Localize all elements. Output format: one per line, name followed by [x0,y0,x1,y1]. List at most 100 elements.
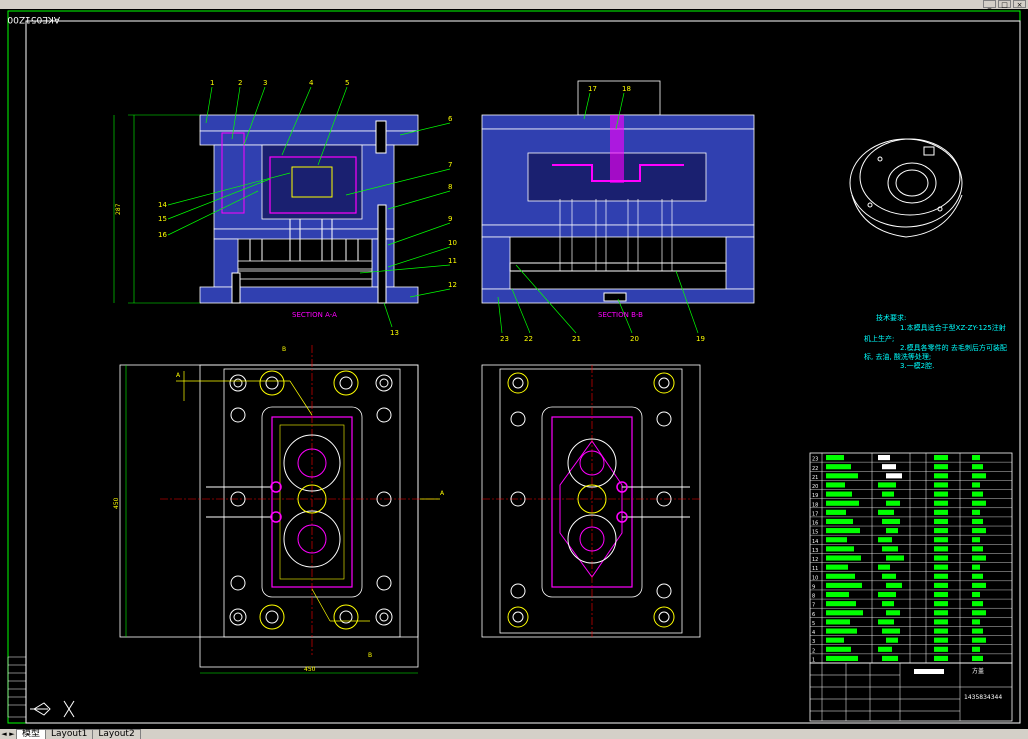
tab-layout1[interactable]: Layout1 [45,729,94,739]
close-button[interactable]: × [1013,0,1026,9]
bom-qty-cell [882,546,898,552]
bom-material-cell [934,555,948,561]
dimension-plan-height: 450 [113,497,120,509]
bom-material-cell [934,482,948,488]
bom-note-cell [972,619,980,625]
dimension-height: 287 [115,203,122,215]
bom-name-cell [826,637,844,643]
svg-text:3: 3 [263,79,267,87]
bom-name-cell [826,628,857,634]
revision-strip [7,656,27,718]
minimize-button[interactable]: _ [983,0,996,9]
bom-note-cell [972,509,980,515]
bom-note-cell [972,464,983,470]
bom-qty-cell [882,628,900,634]
svg-text:23: 23 [500,335,509,343]
bom-qty-cell [878,619,894,625]
tab-nav-next-icon[interactable]: ► [8,730,16,739]
bom-qty-cell [878,509,894,515]
tab-nav-first-icon[interactable]: ◄ [0,730,8,739]
bom-note-cell [972,601,983,607]
maximize-button[interactable]: □ [998,0,1011,9]
svg-text:9: 9 [448,215,452,223]
section-b-b-view: 17 18 19 20 21 22 23 SECTION B-B [481,80,755,343]
bom-name-cell [826,455,844,461]
svg-text:2: 2 [238,79,242,87]
bom-qty-cell [878,482,896,488]
svg-text:8: 8 [448,183,452,191]
bom-row-number: 17 [812,511,818,517]
svg-text:机上生产;: 机上生产; [864,334,894,343]
svg-text:22: 22 [524,335,533,343]
svg-text:17: 17 [588,85,597,93]
bom-row-number: 18 [812,502,818,508]
bom-name-cell [826,646,851,652]
svg-text:方盖: 方盖 [972,667,984,675]
bom-material-cell [934,464,948,470]
bom-name-cell [826,564,848,570]
bom-material-cell [934,591,948,598]
bom-row-number: 11 [812,566,818,572]
bom-name-cell [826,528,860,534]
svg-text:1: 1 [210,79,214,87]
svg-text:20: 20 [630,335,639,343]
cad-drawing-canvas[interactable]: AKE051Z00 1 2 3 4 5 6 7 8 9 10 11 12 13 … [0,9,1028,729]
tab-layout2[interactable]: Layout2 [92,729,141,739]
bom-name-cell [826,555,861,561]
bom-row-number: 22 [812,466,818,472]
bom-row-number: 21 [812,475,818,481]
bom-note-cell [972,628,983,634]
tab-model[interactable]: 模型 [16,729,47,739]
bom-material-cell [934,500,948,506]
bom-note-cell [972,564,980,570]
svg-text:技术要求:: 技术要求: [876,313,906,322]
svg-text:21: 21 [572,335,581,343]
bom-note-cell [972,637,986,643]
bom-qty-cell [882,601,894,607]
bom-qty-cell [882,491,894,497]
bom-material-cell [934,455,948,461]
bom-qty-cell [882,518,900,525]
bom-note-cell [972,646,980,652]
bom-name-cell [826,464,851,470]
bom-row-number: 8 [812,594,815,600]
bill-of-materials: 2322212019181716151413121110987654321 [809,452,1013,664]
bom-qty-cell [878,455,890,461]
bom-qty-cell [882,655,898,661]
svg-text:5: 5 [345,79,349,87]
bom-material-cell [934,509,948,515]
bom-note-cell [972,500,986,506]
technical-notes: 技术要求: 1.本模具适合于型XZ-ZY-125注射 机上生产; 2.模具各零件… [864,313,1007,370]
bom-qty-cell [882,464,896,470]
bom-row-number: 15 [812,530,818,536]
window-controls: _ □ × [983,0,1026,9]
bom-row-number: 4 [812,630,815,636]
bom-name-cell [826,491,852,497]
bom-qty-cell [886,473,902,479]
bom-name-cell [826,619,850,625]
svg-text:A: A [440,490,445,497]
bom-note-cell [972,528,986,534]
bom-row-number: 14 [812,539,818,545]
bom-name-cell [826,537,847,543]
bom-row-number: 19 [812,493,818,499]
bom-note-cell [972,537,980,543]
bom-qty-cell [886,500,900,506]
svg-text:10: 10 [448,239,457,247]
bom-note-cell [972,455,980,461]
bom-material-cell [934,628,948,634]
svg-text:12: 12 [448,281,457,289]
bom-row-number: 6 [812,612,815,618]
bom-row-number: 10 [812,575,818,581]
bom-qty-cell [886,610,900,616]
svg-text:1435834344: 1435834344 [964,694,1002,701]
bom-name-cell [826,473,858,479]
bom-row-number: 13 [812,548,818,554]
svg-text:标, 去油, 酸洗等处理;: 标, 去油, 酸洗等处理; [864,352,931,361]
svg-text:4: 4 [309,79,314,87]
bom-qty-cell [886,637,898,643]
bom-material-cell [934,573,948,579]
bom-name-cell [826,509,846,515]
svg-text:3.一模2腔.: 3.一模2腔. [900,361,934,370]
bom-note-cell [972,582,986,588]
